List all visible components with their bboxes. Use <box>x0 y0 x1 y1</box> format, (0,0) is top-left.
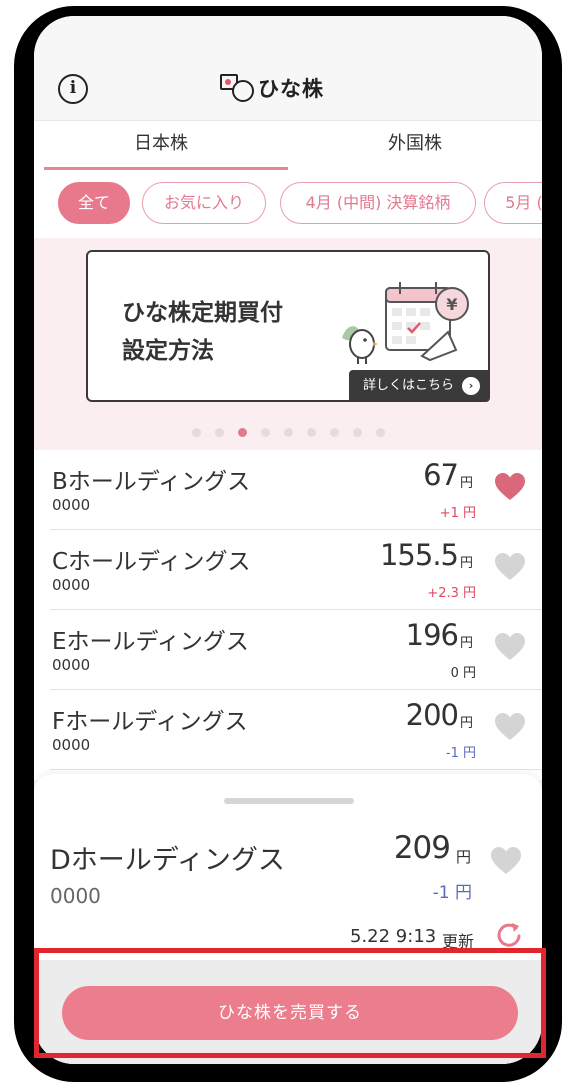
stock-price: 67 <box>423 458 459 492</box>
banner-title-line2: 設定方法 <box>122 338 214 364</box>
logo-text: ひな株 <box>258 77 324 101</box>
stock-price: 200 <box>405 698 459 732</box>
banner-title: ひな株定期買付 設定方法 <box>122 294 322 370</box>
selected-stock-name: Dホールディングス <box>50 845 285 876</box>
selected-stock-sheet: Dホールディングス 0000 209 円 -1 円 5.22 9:13 更新 <box>34 774 542 960</box>
price-change: +1 円 <box>439 506 476 521</box>
svg-text:¥: ¥ <box>446 295 457 314</box>
carousel-dot[interactable] <box>376 428 385 437</box>
promo-banner[interactable]: ひな株定期買付 設定方法 ¥ 詳しくはこちら › <box>86 250 490 402</box>
filter-chip-april-earnings[interactable]: 4月 (中間) 決算銘柄 <box>280 182 476 224</box>
stock-list: Bホールディングス 0000 67 円 +1 円 Cホールディングス 0000 … <box>34 450 542 780</box>
filter-chip-favorites[interactable]: お気に入り <box>142 182 266 224</box>
banner-details-label: 詳しくはこちら <box>362 378 454 393</box>
stock-name: Eホールディングス <box>52 629 249 655</box>
carousel-dot[interactable] <box>284 428 293 437</box>
price-unit: 円 <box>460 556 474 571</box>
app-header: i ひな株 <box>34 16 542 120</box>
stock-code: 0000 <box>52 656 91 674</box>
phone-frame: i ひな株 日本株 外国株 全て お気に入り 4月 (中間) 決算銘柄 5月 ( <box>14 6 562 1082</box>
app-screen: i ひな株 日本株 外国株 全て お気に入り 4月 (中間) 決算銘柄 5月 ( <box>34 16 542 1064</box>
selected-stock-code: 0000 <box>50 884 101 908</box>
carousel-dot[interactable] <box>307 428 316 437</box>
price-change: 0 円 <box>450 666 476 681</box>
selected-stock-price: 209 <box>393 830 451 866</box>
stock-code: 0000 <box>52 576 91 594</box>
stock-name: Cホールディングス <box>52 549 251 575</box>
market-tabs: 日本株 外国株 <box>34 120 542 170</box>
chick-illustration-icon <box>342 326 378 364</box>
banner-title-line1: ひな株定期買付 <box>122 300 283 326</box>
stock-name: Fホールディングス <box>52 709 248 735</box>
calendar-yen-icon: ¥ <box>385 282 469 362</box>
carousel-dot-active[interactable] <box>238 428 247 437</box>
chevron-right-icon: › <box>462 377 480 395</box>
carousel-dot[interactable] <box>192 428 201 437</box>
carousel-pagination <box>192 428 385 437</box>
carousel-dot[interactable] <box>215 428 224 437</box>
carousel-dot[interactable] <box>330 428 339 437</box>
price-change: +2.3 円 <box>427 586 476 601</box>
heart-filled-icon[interactable] <box>494 472 526 502</box>
stock-price: 155.5 <box>379 538 459 572</box>
heart-outline-icon[interactable] <box>490 846 522 876</box>
stock-price: 196 <box>405 618 459 652</box>
heart-outline-icon[interactable] <box>494 552 526 582</box>
updated-time: 5.22 9:13 <box>350 926 437 947</box>
filter-chip-may[interactable]: 5月 ( <box>484 182 542 224</box>
price-unit: 円 <box>460 716 474 731</box>
banner-details-button[interactable]: 詳しくはこちら › <box>348 370 490 402</box>
price-unit: 円 <box>460 636 474 651</box>
price-change: -1 円 <box>445 746 476 761</box>
stock-row[interactable]: Eホールディングス 0000 196 円 0 円 <box>34 610 542 690</box>
stock-row[interactable]: Bホールディングス 0000 67 円 +1 円 <box>34 450 542 530</box>
stock-name: Bホールディングス <box>52 469 251 495</box>
stock-row[interactable]: Cホールディングス 0000 155.5 円 +2.3 円 <box>34 530 542 610</box>
app-logo: ひな株 <box>220 68 324 108</box>
selected-price-unit: 円 <box>456 848 472 866</box>
filter-chip-all[interactable]: 全て <box>58 182 130 224</box>
carousel-dot[interactable] <box>353 428 362 437</box>
banner-carousel: ひな株定期買付 設定方法 ¥ 詳しくはこちら › <box>34 238 542 450</box>
highlight-box <box>34 948 546 1058</box>
selected-price-change: -1 円 <box>432 883 472 903</box>
filter-bar: 全て お気に入り 4月 (中間) 決算銘柄 5月 ( <box>34 170 542 238</box>
price-unit: 円 <box>460 476 474 491</box>
carousel-dot[interactable] <box>261 428 270 437</box>
stock-row[interactable]: Fホールディングス 0000 200 円 -1 円 <box>34 690 542 770</box>
info-icon[interactable]: i <box>58 74 88 104</box>
heart-outline-icon[interactable] <box>494 712 526 742</box>
heart-outline-icon[interactable] <box>494 632 526 662</box>
tab-foreign-stocks[interactable]: 外国株 <box>288 121 542 170</box>
stock-code: 0000 <box>52 496 91 514</box>
logo-mark-icon <box>220 70 256 106</box>
refresh-icon[interactable] <box>494 920 524 950</box>
sheet-drag-handle[interactable] <box>224 798 354 804</box>
tab-japan-stocks[interactable]: 日本株 <box>34 121 288 170</box>
stock-code: 0000 <box>52 736 91 754</box>
